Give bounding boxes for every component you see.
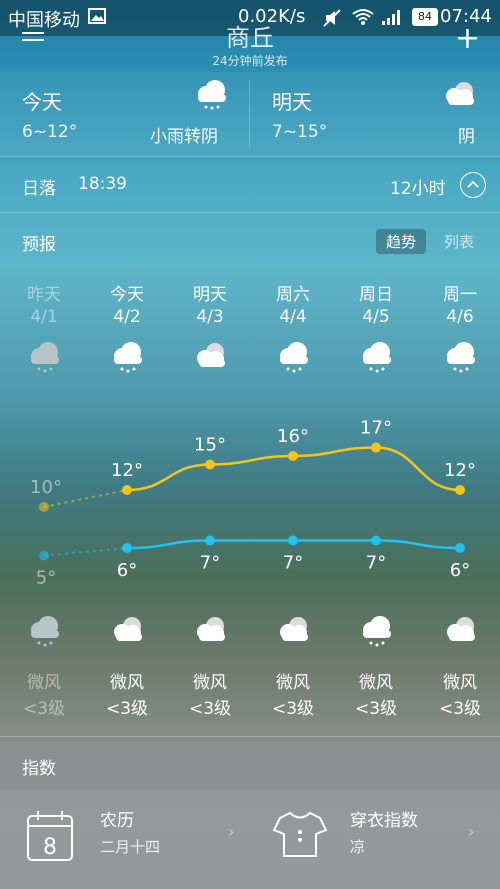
- light-rain-cloud-icon: [363, 616, 391, 647]
- today-temp: 6~12°: [22, 122, 78, 142]
- forecast-day-date: 4/2: [113, 307, 141, 327]
- forecast-day-name: 周一: [443, 285, 477, 305]
- calendar-icon: 8: [27, 811, 73, 861]
- index-title: 指数: [22, 759, 56, 779]
- data-point: [39, 502, 49, 512]
- data-point: [39, 550, 49, 561]
- light-rain-cloud-icon: [31, 616, 59, 647]
- light-rain-cloud-icon: [114, 342, 142, 373]
- light-rain-cloud-icon: [280, 342, 308, 373]
- chevron-right-icon: ›: [228, 822, 235, 841]
- temperature-chart: 10° 12° 15° 16° 17° 12° 5° 6° 7° 7° 7° 6°: [30, 418, 476, 589]
- title-bar: 商丘 24分钟前发布 +: [0, 24, 500, 72]
- forecast-wind-level: <3级: [438, 699, 482, 719]
- data-label: 15°: [194, 435, 226, 456]
- clothing-value: 凉: [350, 838, 366, 856]
- data-label: 12°: [444, 460, 476, 481]
- overcast-cloud-icon: [280, 617, 308, 641]
- today-label: 今天: [22, 90, 62, 114]
- forecast-day-name: 昨天: [27, 285, 61, 305]
- data-point: [288, 451, 298, 461]
- data-point: [205, 459, 215, 470]
- tomorrow-condition: 阴: [458, 127, 475, 147]
- index-item-lunar[interactable]: 8 农历 二月十四 ›: [22, 806, 252, 866]
- tomorrow-temp: 7~15°: [272, 122, 328, 142]
- update-time: 24分钟前发布: [212, 54, 288, 68]
- data-label: 7°: [283, 553, 303, 574]
- forecast-wind: 微风: [276, 673, 310, 693]
- data-label: 7°: [200, 553, 220, 574]
- data-point: [288, 535, 298, 546]
- shirt-icon: [272, 811, 328, 857]
- forecast-wind-level: <3级: [105, 699, 149, 719]
- forecast-day-date: 4/3: [196, 307, 224, 327]
- daily-summary: [0, 72, 500, 156]
- data-label: 7°: [366, 553, 386, 574]
- forecast-day-date: 4/1: [30, 307, 58, 327]
- forecast-wind-level: <3级: [188, 699, 232, 719]
- trend-tab[interactable]: 趋势: [376, 229, 427, 254]
- data-point: [371, 535, 381, 546]
- data-label: 16°: [277, 426, 309, 447]
- sunset-label: 日落: [22, 179, 56, 199]
- data-point: [455, 485, 465, 495]
- data-label: 10°: [30, 477, 62, 498]
- today-condition: 小雨转阴: [150, 127, 218, 147]
- light-rain-cloud-icon: [198, 80, 226, 110]
- data-point: [122, 485, 132, 495]
- sunset-time: 18:39: [78, 174, 127, 194]
- chevron-right-icon: ›: [468, 822, 475, 841]
- forecast-day-name: 周日: [359, 285, 393, 305]
- data-point: [455, 543, 465, 553]
- hourly-toggle-label[interactable]: 12小时: [390, 174, 446, 199]
- light-rain-cloud-icon: [363, 342, 391, 373]
- forecast-day-name: 明天: [193, 285, 227, 305]
- list-tab[interactable]: 列表: [444, 231, 474, 252]
- data-label: 5°: [36, 568, 56, 589]
- svg-text:8: 8: [43, 835, 57, 860]
- overcast-cloud-icon: [447, 617, 475, 641]
- tomorrow-label: 明天: [272, 90, 312, 114]
- clothing-label: 穿衣指数: [350, 811, 418, 831]
- data-point: [371, 442, 381, 453]
- overcast-cloud-icon: [197, 617, 225, 641]
- light-rain-cloud-icon: [31, 342, 59, 373]
- forecast-wind: 微风: [193, 673, 227, 693]
- series-dashed-segment: [43, 547, 128, 557]
- chevron-up-icon[interactable]: [460, 172, 486, 198]
- lunar-label: 农历: [100, 811, 134, 831]
- forecast-day-date: 4/6: [446, 307, 474, 327]
- overcast-cloud-icon: [197, 343, 225, 367]
- forecast-day-date: 4/5: [362, 307, 390, 327]
- forecast-day-name: 今天: [110, 285, 144, 305]
- forecast-wind: 微风: [359, 673, 393, 693]
- forecast-day-name: 周六: [276, 285, 310, 305]
- data-label: 6°: [117, 560, 137, 581]
- overcast-cloud-icon: [446, 82, 474, 105]
- forecast-wind-level: <3级: [22, 699, 66, 719]
- city-title[interactable]: 商丘: [0, 18, 500, 53]
- forecast-wind: 微风: [443, 673, 477, 693]
- lunar-value: 二月十四: [100, 838, 161, 856]
- index-item-clothing[interactable]: 穿衣指数 凉 ›: [272, 806, 482, 866]
- data-point: [205, 535, 215, 546]
- data-point: [122, 543, 132, 553]
- forecast-wind-level: <3级: [354, 699, 398, 719]
- add-city-icon[interactable]: +: [455, 24, 480, 54]
- data-label: 12°: [111, 460, 143, 481]
- forecast-wind: 微风: [27, 673, 61, 693]
- overcast-cloud-icon: [114, 617, 142, 641]
- forecast-wind-level: <3级: [271, 699, 315, 719]
- forecast-day-date: 4/4: [279, 307, 307, 327]
- forecast-wind: 微风: [110, 673, 144, 693]
- data-label: 17°: [360, 418, 392, 439]
- light-rain-cloud-icon: [447, 342, 475, 373]
- data-label: 6°: [450, 560, 470, 581]
- forecast-title: 预报: [22, 235, 56, 255]
